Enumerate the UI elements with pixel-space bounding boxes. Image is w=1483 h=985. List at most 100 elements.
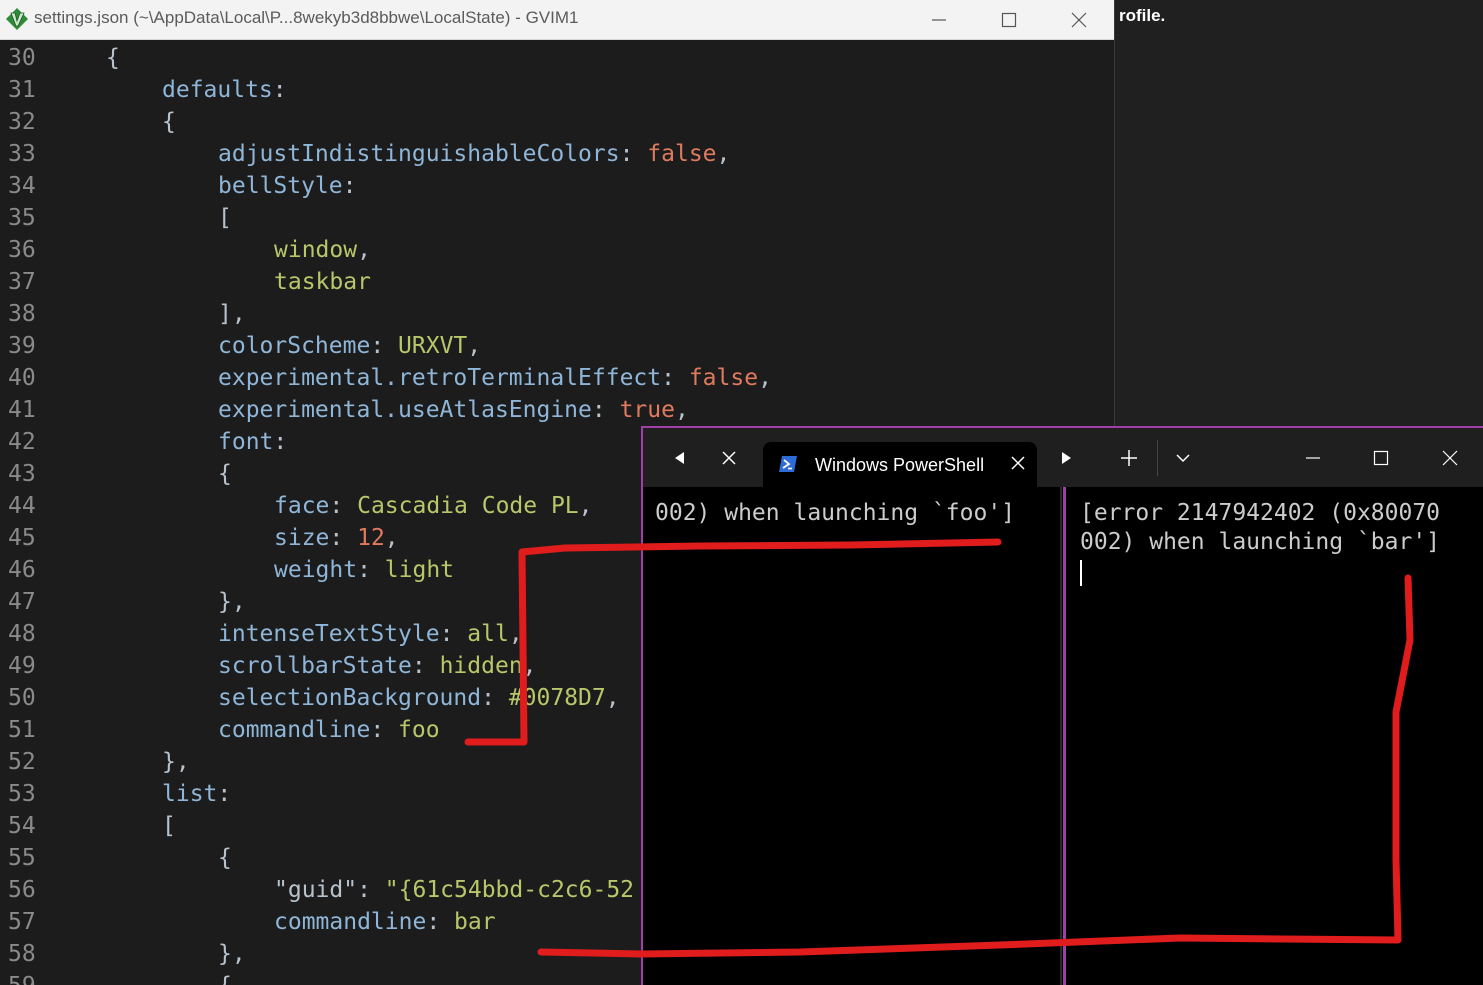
- code-line[interactable]: 40 experimental.retroTerminalEffect: fals…: [0, 362, 1114, 394]
- code-text: ],: [218, 298, 246, 330]
- code-text: bellStyle:: [218, 170, 356, 202]
- code-text: {: [218, 970, 232, 985]
- code-text: adjustIndistinguishableColors: false,: [218, 138, 730, 170]
- code-token: true: [619, 397, 675, 423]
- line-number: 48: [8, 621, 36, 647]
- terminal-pane-left[interactable]: 002) when launching `foo']: [643, 487, 1063, 985]
- code-line[interactable]: 30 {: [0, 42, 1114, 74]
- code-token: font: [218, 429, 274, 455]
- code-text: "guid": "{61c54bbd-c2c6-52: [274, 874, 634, 906]
- scroll-tabs-left-button[interactable]: [659, 438, 699, 478]
- line-number: 57: [8, 909, 36, 935]
- triangle-left-icon: [675, 452, 684, 464]
- line-number: 31: [8, 77, 36, 103]
- code-token: ,: [674, 397, 689, 423]
- background-window-text: rofile.: [1119, 6, 1166, 25]
- terminal-pane-right[interactable]: [error 2147942402 (0x80070 002) when lau…: [1068, 487, 1483, 985]
- code-line[interactable]: 37 taskbar: [0, 266, 1114, 298]
- code-token: intenseTextStyle: [218, 621, 440, 647]
- code-token: :: [329, 525, 358, 551]
- line-number: 35: [8, 205, 36, 231]
- code-token: :: [329, 493, 358, 519]
- terminal-minimize-button[interactable]: [1293, 438, 1333, 478]
- terminal-tab-bar[interactable]: Windows PowerShell: [643, 428, 1483, 487]
- terminal-close-button[interactable]: [1430, 438, 1470, 478]
- code-text: defaults:: [162, 74, 287, 106]
- code-text: experimental.useAtlasEngine: true,: [218, 394, 689, 426]
- code-line[interactable]: 35 [: [0, 202, 1114, 234]
- code-text: intenseTextStyle: all,: [218, 618, 523, 650]
- code-token: bar: [454, 909, 496, 935]
- code-line[interactable]: 41 experimental.useAtlasEngine: true,: [0, 394, 1114, 426]
- tab-dropdown-button[interactable]: [1163, 438, 1203, 478]
- pane-gap: [1060, 487, 1062, 985]
- code-token: ,: [467, 333, 482, 359]
- gvim-close-button[interactable]: [1044, 0, 1114, 39]
- code-token: :: [661, 365, 689, 391]
- code-token: ,: [578, 493, 593, 519]
- code-token: :: [426, 909, 455, 935]
- code-token: },: [218, 941, 246, 967]
- code-token: ,: [605, 685, 620, 711]
- code-token: ,: [716, 141, 731, 167]
- code-line[interactable]: 39 colorScheme: URXVT,: [0, 330, 1114, 362]
- code-token: window: [274, 237, 358, 263]
- text-cursor: [1080, 560, 1082, 586]
- line-number: 36: [8, 237, 36, 263]
- plus-icon: [1121, 450, 1137, 466]
- vim-app-icon: [6, 8, 28, 30]
- code-token: :: [272, 77, 287, 103]
- code-line[interactable]: 36 window,: [0, 234, 1114, 266]
- close-icon: [722, 451, 736, 465]
- code-line[interactable]: 32 {: [0, 106, 1114, 138]
- code-token: 12: [357, 525, 385, 551]
- line-number: 30: [8, 45, 36, 71]
- line-number: 53: [8, 781, 36, 807]
- code-text: font:: [218, 426, 287, 458]
- code-text: {: [218, 842, 232, 874]
- code-token: :: [411, 653, 440, 679]
- code-token: false: [647, 141, 717, 167]
- code-text: face: Cascadia Code PL,: [274, 490, 593, 522]
- terminal-maximize-button[interactable]: [1361, 438, 1401, 478]
- code-token: "guid":: [274, 877, 385, 903]
- code-token: ],: [218, 301, 246, 327]
- line-number: 56: [8, 877, 36, 903]
- code-text: taskbar: [274, 266, 371, 298]
- code-text: size: 12,: [274, 522, 399, 554]
- gvim-maximize-button[interactable]: [974, 0, 1044, 39]
- maximize-icon: [1373, 450, 1389, 466]
- code-token: size: [274, 525, 330, 551]
- code-token: experimental.useAtlasEngine: [218, 397, 592, 423]
- tab-label: Windows PowerShell: [815, 455, 985, 475]
- line-number: 49: [8, 653, 36, 679]
- code-token: defaults: [162, 77, 273, 103]
- code-token: :: [439, 621, 468, 647]
- scroll-tabs-right-button[interactable]: [1047, 438, 1087, 478]
- code-token: :: [370, 717, 399, 743]
- tab-windows-powershell[interactable]: Windows PowerShell: [763, 442, 1037, 487]
- minimize-icon: [1306, 457, 1320, 459]
- code-token: :: [481, 685, 509, 711]
- code-token: {: [162, 109, 176, 135]
- pane-divider[interactable]: [1063, 487, 1066, 985]
- code-token: :: [357, 557, 385, 583]
- close-tab-left-button[interactable]: [709, 438, 749, 478]
- code-token: URXVT: [398, 333, 468, 359]
- code-line[interactable]: 31 defaults:: [0, 74, 1114, 106]
- close-icon: [1442, 450, 1458, 466]
- maximize-icon: [1001, 12, 1017, 27]
- code-token: weight: [274, 557, 358, 583]
- code-token: ,: [384, 525, 399, 551]
- tab-close-button[interactable]: [1007, 452, 1029, 474]
- code-line[interactable]: 34 bellStyle:: [0, 170, 1114, 202]
- gvim-titlebar[interactable]: settings.json (~\AppData\Local\P...8weky…: [0, 0, 1114, 40]
- code-line[interactable]: 38],: [0, 298, 1114, 330]
- gvim-minimize-button[interactable]: [904, 0, 974, 39]
- line-number: 46: [8, 557, 36, 583]
- new-tab-button[interactable]: [1109, 438, 1149, 478]
- code-token: taskbar: [274, 269, 371, 295]
- code-line[interactable]: 33 adjustIndistinguishableColors: false,: [0, 138, 1114, 170]
- code-text: [: [218, 202, 232, 234]
- code-token: :: [217, 781, 232, 807]
